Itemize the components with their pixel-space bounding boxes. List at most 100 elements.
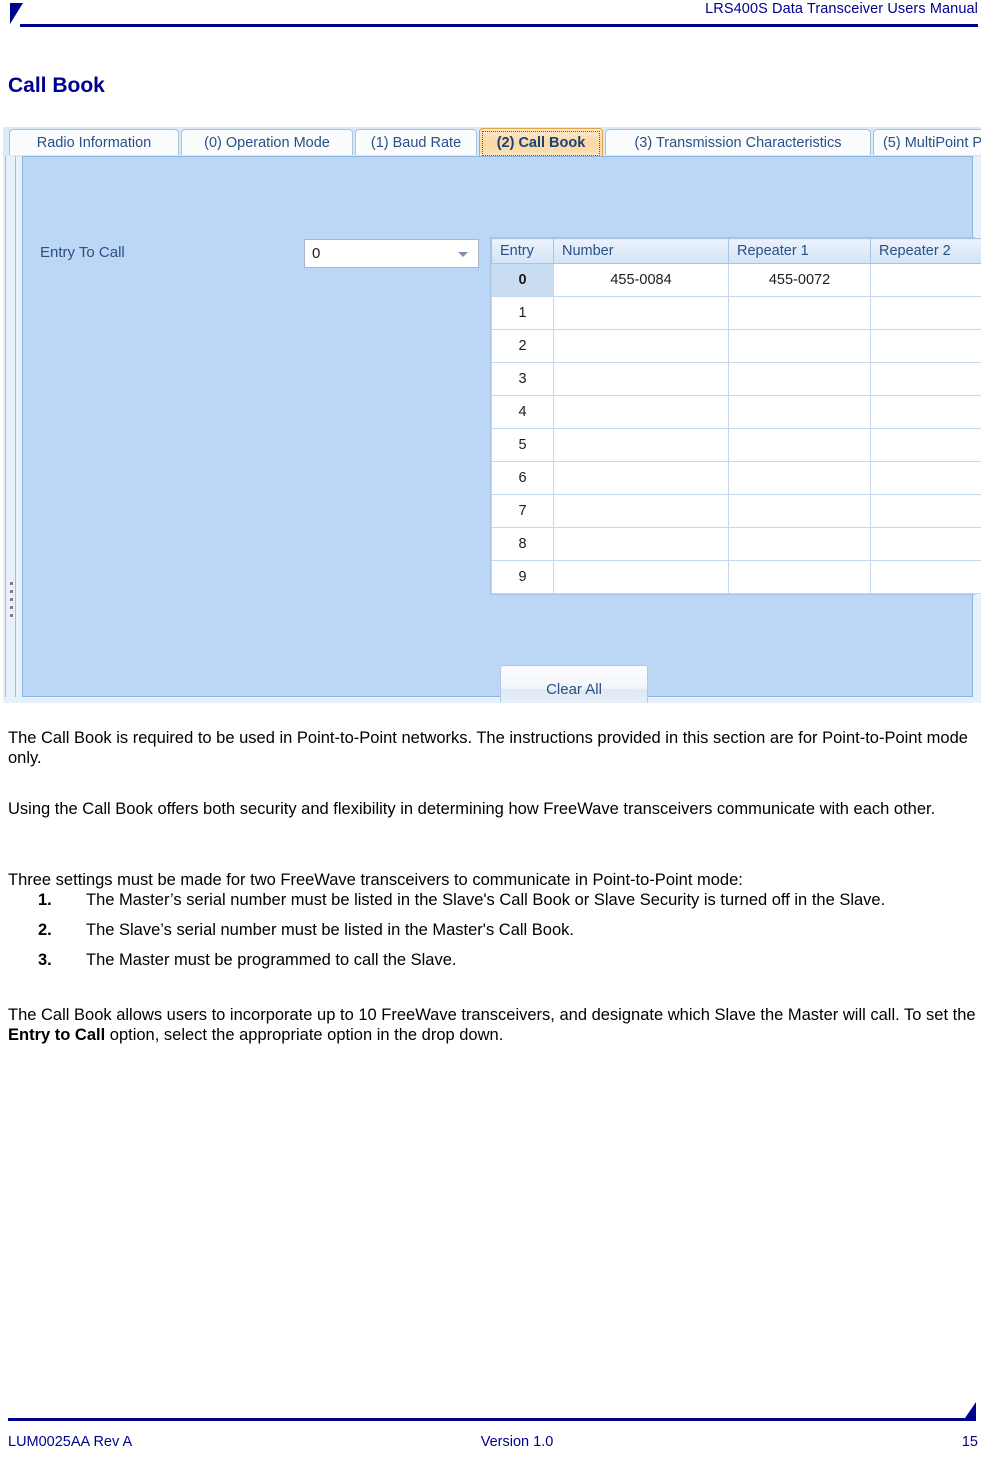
entry-cell: 1 — [491, 296, 554, 330]
tab-0-operation-mode[interactable]: (0) Operation Mode — [181, 129, 353, 155]
list-item-text: The Master’s serial number must be liste… — [86, 891, 886, 909]
table-row[interactable]: 7 — [491, 494, 981, 528]
repeater1-cell[interactable] — [728, 560, 871, 594]
header-triangle-icon — [10, 3, 23, 24]
column-header-repeater2: Repeater 2 — [870, 238, 981, 264]
call-book-screenshot: Radio Information (0) Operation Mode (1) B… — [3, 127, 981, 703]
repeater2-cell[interactable] — [870, 395, 981, 429]
footer-triangle-icon — [963, 1402, 976, 1421]
entry-cell: 7 — [491, 494, 554, 528]
footer-page-number: 15 — [961, 1434, 978, 1450]
number-cell[interactable] — [553, 494, 729, 528]
entry-cell: 5 — [491, 428, 554, 462]
repeater1-cell[interactable] — [728, 527, 871, 561]
paragraph-entry-to-call-part1: The Call Book allows users to incorporat… — [8, 1006, 976, 1024]
splitter-grip-handle[interactable] — [9, 581, 16, 618]
list-item-number: 3. — [38, 951, 52, 969]
repeater1-cell[interactable]: 455-0072 — [728, 263, 871, 297]
tab-2-call-book[interactable]: (2) Call Book — [479, 128, 603, 156]
table-row[interactable]: 5 — [491, 428, 981, 462]
page-title: Call Book — [8, 74, 105, 97]
number-cell[interactable] — [553, 527, 729, 561]
table-row[interactable]: 2 — [491, 329, 981, 363]
table-row[interactable]: 1 — [491, 296, 981, 330]
tab-1-baud-rate[interactable]: (1) Baud Rate — [355, 129, 477, 155]
tab-label: Radio Information — [36, 134, 152, 151]
list-item: 1. The Master’s serial number must be lis… — [8, 890, 978, 910]
tab-label: (2) Call Book — [496, 134, 586, 151]
repeater1-cell[interactable] — [728, 494, 871, 528]
header-title: LRS400S Data Transceiver Users Manual — [705, 1, 978, 17]
repeater1-cell[interactable] — [728, 329, 871, 363]
clear-all-button[interactable]: Clear All — [500, 665, 648, 703]
tab-label: (5) MultiPoint Para — [882, 134, 981, 151]
table-row[interactable]: 6 — [491, 461, 981, 495]
column-header-entry: Entry — [491, 238, 554, 264]
table-row[interactable]: 4 — [491, 395, 981, 429]
tab-5-multipoint-para[interactable]: (5) MultiPoint Para — [873, 129, 981, 155]
list-item: 2. The Slave’s serial number must be list… — [8, 920, 978, 940]
call-book-grid[interactable]: Entry Number Repeater 1 Repeater 2 0 455-… — [490, 237, 981, 595]
table-row[interactable]: 0 455-0084 455-0072 — [491, 263, 981, 297]
table-row[interactable]: 9 — [491, 560, 981, 594]
entry-cell: 8 — [491, 527, 554, 561]
repeater1-cell[interactable] — [728, 461, 871, 495]
entry-cell: 9 — [491, 560, 554, 594]
column-header-number: Number — [553, 238, 729, 264]
entry-cell: 4 — [491, 395, 554, 429]
entry-cell: 2 — [491, 329, 554, 363]
tab-strip: Radio Information (0) Operation Mode (1) B… — [3, 127, 981, 157]
table-row[interactable]: 8 — [491, 527, 981, 561]
tab-label: (1) Baud Rate — [370, 134, 462, 151]
entry-to-call-emphasis: Entry to Call — [8, 1026, 106, 1044]
number-cell[interactable] — [553, 296, 729, 330]
call-book-panel: Entry To Call 0 Entry Number Repeater 1 … — [22, 156, 981, 703]
header-divider — [20, 24, 978, 27]
repeater2-cell[interactable] — [870, 527, 981, 561]
repeater1-cell[interactable] — [728, 296, 871, 330]
number-cell[interactable] — [553, 428, 729, 462]
repeater1-cell[interactable] — [728, 428, 871, 462]
repeater2-cell[interactable] — [870, 494, 981, 528]
number-cell[interactable]: 455-0084 — [553, 263, 729, 297]
entry-to-call-select[interactable]: 0 — [304, 239, 479, 268]
page-header: LRS400S Data Transceiver Users Manual — [0, 0, 986, 34]
repeater1-cell[interactable] — [728, 362, 871, 396]
entry-to-call-value: 0 — [312, 245, 321, 262]
repeater2-cell[interactable] — [870, 428, 981, 462]
repeater2-cell[interactable] — [870, 461, 981, 495]
repeater1-cell[interactable] — [728, 395, 871, 429]
paragraph-entry-to-call: The Call Book allows users to incorporat… — [8, 1005, 978, 1045]
repeater2-cell[interactable] — [870, 560, 981, 594]
entry-cell: 6 — [491, 461, 554, 495]
repeater2-cell[interactable] — [870, 329, 981, 363]
number-cell[interactable] — [553, 461, 729, 495]
tab-radio-information[interactable]: Radio Information — [9, 129, 179, 155]
list-item-text: The Slave’s serial number must be listed… — [86, 921, 574, 939]
paragraph-entry-to-call-part2: option, select the appropriate option in… — [105, 1026, 504, 1044]
tab-label: (0) Operation Mode — [204, 134, 330, 151]
footer-version: Version 1.0 — [480, 1434, 554, 1450]
paragraph-security: Using the Call Book offers both security… — [8, 800, 936, 818]
footer-divider — [8, 1418, 966, 1421]
list-item-text: The Master must be programmed to call th… — [86, 951, 457, 969]
page-footer: LUM0025AA Rev A Version 1.0 15 — [0, 1402, 986, 1474]
tab-label: (3) Transmission Characteristics — [634, 134, 842, 151]
repeater2-cell[interactable] — [870, 296, 981, 330]
repeater2-cell[interactable] — [870, 362, 981, 396]
tab-3-transmission-characteristics[interactable]: (3) Transmission Characteristics — [605, 129, 871, 155]
number-cell[interactable] — [553, 329, 729, 363]
list-item-number: 2. — [38, 921, 52, 939]
column-header-repeater1: Repeater 1 — [728, 238, 871, 264]
number-cell[interactable] — [553, 560, 729, 594]
paragraph-intro: The Call Book is required to be used in … — [8, 729, 968, 767]
table-row[interactable]: 3 — [491, 362, 981, 396]
entry-cell: 3 — [491, 362, 554, 396]
chevron-down-icon — [458, 252, 468, 257]
number-cell[interactable] — [553, 362, 729, 396]
entry-cell: 0 — [491, 263, 554, 297]
paragraph-three-settings: Three settings must be made for two Free… — [8, 871, 743, 889]
panel-left-edge — [5, 156, 16, 697]
repeater2-cell[interactable] — [870, 263, 981, 297]
number-cell[interactable] — [553, 395, 729, 429]
